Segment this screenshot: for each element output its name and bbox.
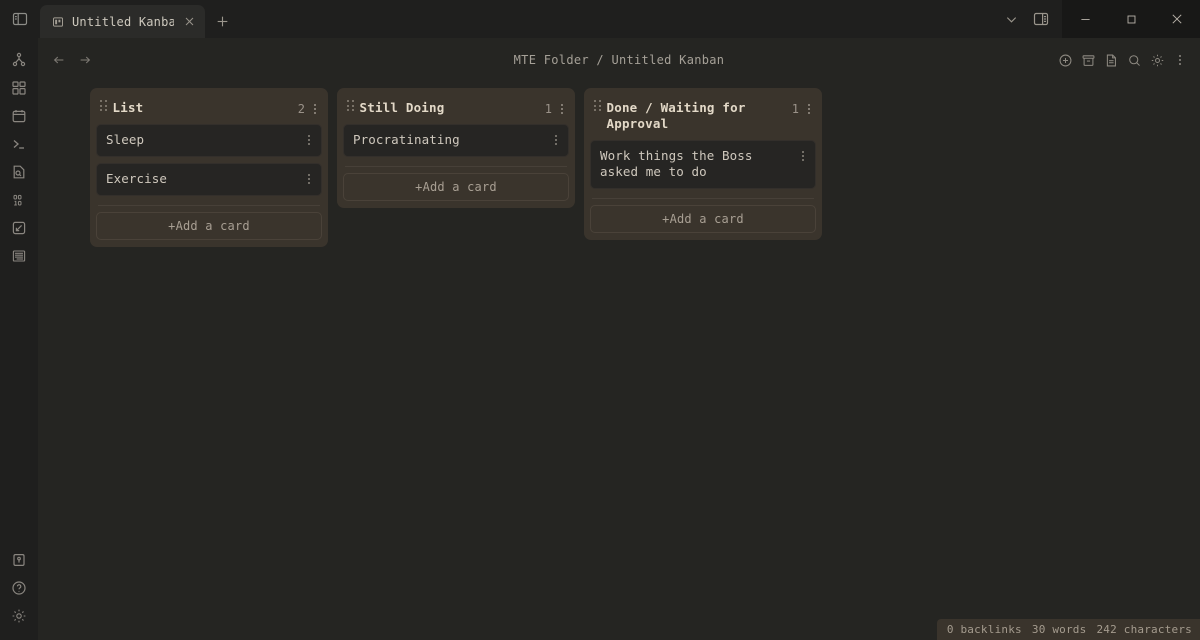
column-header: List 2 (96, 94, 322, 124)
column-header: Done / Waiting for Approval 1 (590, 94, 816, 140)
tab-strip: Untitled Kanban (40, 0, 239, 38)
settings-gear-icon[interactable] (0, 602, 38, 630)
kanban-board: List 2 Sleep Exercise +Add a card Still … (38, 74, 1200, 640)
status-bar: 0 backlinks 30 words 242 characters (936, 619, 1200, 640)
terminal-icon[interactable] (0, 130, 38, 158)
archive-box-icon[interactable] (1078, 49, 1098, 71)
card-menu-icon[interactable] (552, 132, 560, 147)
tab-untitled-kanban[interactable]: Untitled Kanban (40, 5, 205, 38)
chevron-down-icon[interactable] (996, 0, 1026, 38)
kanban-card[interactable]: Sleep (96, 124, 322, 157)
column-separator (345, 166, 567, 167)
application-window: Untitled Kanban MTE Folder / Untitled Ka… (0, 0, 1200, 640)
add-card-button[interactable]: +Add a card (96, 212, 322, 240)
breadcrumb: MTE Folder / Untitled Kanban (513, 53, 725, 67)
search-icon[interactable] (1124, 49, 1144, 71)
text-lines-icon[interactable] (0, 242, 38, 270)
column-separator (592, 198, 814, 199)
navigation-buttons (48, 49, 96, 71)
kanban-column[interactable]: Done / Waiting for Approval 1 Work thing… (584, 88, 822, 240)
more-vertical-icon[interactable] (1170, 49, 1190, 71)
column-separator (98, 205, 320, 206)
binary-icon[interactable] (0, 186, 38, 214)
close-button[interactable] (1154, 0, 1200, 38)
column-title[interactable]: Done / Waiting for Approval (607, 100, 786, 132)
kanban-card[interactable]: Procratinating (343, 124, 569, 157)
column-card-count: 2 (297, 102, 305, 116)
card-text: Procratinating (353, 132, 460, 147)
document-icon[interactable] (1101, 49, 1121, 71)
add-card-button[interactable]: +Add a card (590, 205, 816, 233)
gear-icon[interactable] (1147, 49, 1167, 71)
kanban-column[interactable]: List 2 Sleep Exercise +Add a card (90, 88, 328, 247)
pin-box-icon[interactable] (0, 546, 38, 574)
main-content-area: MTE Folder / Untitled Kanban List 2 Slee… (38, 38, 1200, 640)
ribbon-bottom-group (0, 546, 38, 640)
card-menu-icon[interactable] (305, 132, 313, 147)
drag-handle-icon[interactable] (594, 100, 601, 111)
column-card-count: 1 (791, 102, 799, 116)
titlebar-drag-region (239, 0, 996, 38)
grid-blocks-icon[interactable] (0, 74, 38, 102)
status-words: 30 words (1031, 623, 1087, 636)
left-ribbon (0, 38, 38, 640)
card-list: Work things the Boss asked me to do (590, 140, 816, 189)
file-search-icon[interactable] (0, 158, 38, 186)
column-title[interactable]: List (113, 100, 292, 116)
card-text: Work things the Boss asked me to do (600, 148, 753, 179)
maximize-button[interactable] (1108, 0, 1154, 38)
kanban-tab-icon (52, 16, 64, 28)
calendar-icon[interactable] (0, 102, 38, 130)
git-graph-icon[interactable] (0, 46, 38, 74)
excalidraw-icon[interactable] (0, 214, 38, 242)
arrow-right-icon[interactable] (74, 49, 96, 71)
status-characters: 242 characters (1096, 623, 1192, 636)
column-menu-icon[interactable] (558, 100, 566, 116)
column-menu-icon[interactable] (805, 100, 813, 116)
column-menu-icon[interactable] (311, 100, 319, 116)
card-text: Exercise (106, 171, 168, 186)
card-list: Procratinating (343, 124, 569, 157)
sidebar-panel-icon[interactable] (0, 0, 40, 38)
kanban-column[interactable]: Still Doing 1 Procratinating +Add a card (337, 88, 575, 208)
kanban-card[interactable]: Exercise (96, 163, 322, 196)
new-tab-button[interactable] (205, 5, 239, 38)
drag-handle-icon[interactable] (100, 100, 107, 111)
column-header: Still Doing 1 (343, 94, 569, 124)
drag-handle-icon[interactable] (347, 100, 354, 111)
column-card-count: 1 (544, 102, 552, 116)
close-icon[interactable] (182, 14, 197, 29)
title-bar: Untitled Kanban (0, 0, 1200, 38)
tab-title: Untitled Kanban (72, 14, 174, 29)
right-panel-icon[interactable] (1026, 0, 1056, 38)
card-menu-icon[interactable] (305, 171, 313, 186)
add-circle-icon[interactable] (1055, 49, 1075, 71)
minimize-button[interactable] (1062, 0, 1108, 38)
help-circle-icon[interactable] (0, 574, 38, 602)
card-text: Sleep (106, 132, 145, 147)
titlebar-right-controls (996, 0, 1200, 38)
column-title[interactable]: Still Doing (360, 100, 539, 116)
window-controls (1062, 0, 1200, 38)
window-body: MTE Folder / Untitled Kanban List 2 Slee… (0, 38, 1200, 640)
arrow-left-icon[interactable] (48, 49, 70, 71)
view-actions (1055, 49, 1190, 71)
card-menu-icon[interactable] (799, 148, 807, 163)
status-backlinks: 0 backlinks (946, 623, 1022, 636)
view-header: MTE Folder / Untitled Kanban (38, 46, 1200, 74)
kanban-card[interactable]: Work things the Boss asked me to do (590, 140, 816, 189)
add-card-button[interactable]: +Add a card (343, 173, 569, 201)
card-list: Sleep Exercise (96, 124, 322, 196)
